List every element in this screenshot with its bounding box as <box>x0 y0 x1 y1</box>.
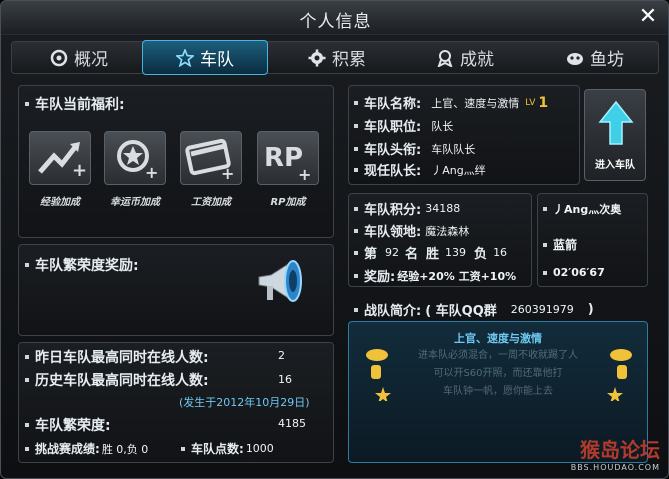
bullet-icon <box>25 355 29 359</box>
prosperity-value: 4185 <box>278 417 306 430</box>
bullet-icon <box>543 270 547 275</box>
megaphone-icon <box>258 260 302 302</box>
close-button[interactable]: ✕ <box>636 5 660 29</box>
bullet-icon <box>354 146 358 151</box>
team-territory-row: 车队领地: 魔法森林 <box>354 221 469 240</box>
side-time-row: 02′06′67 <box>543 266 605 279</box>
gear-icon <box>308 49 326 66</box>
watermark-url: BBS.HOUDAO.COM <box>570 463 660 472</box>
challenge-row: 挑战赛成绩: 胜 0,负 0 <box>25 440 148 457</box>
intro-line: 车队钟一帆，愿你能上去 <box>443 386 553 397</box>
bullet-icon <box>354 273 358 278</box>
star-icon <box>176 48 194 67</box>
side-name-row: 丿Ang灬次奥 <box>543 201 621 217</box>
bullet-icon <box>354 100 358 105</box>
tab-label: 车队 <box>200 50 234 70</box>
team-leader-link[interactable]: 丿Ang灬绊 <box>431 162 485 178</box>
team-reward-row: 奖励: 经验+20% 工资+10% <box>354 266 516 285</box>
side-name-value[interactable]: 丿Ang灬次奥 <box>553 201 621 217</box>
history-online-row: 历史车队最高同时在线人数: <box>25 370 209 390</box>
side-team-color-row: 蓝箭 <box>543 236 577 253</box>
forum-watermark: 猴岛论坛 BBS.HOUDAO.COM <box>571 434 660 472</box>
team-leader-row: 现任队长: 丿Ang灬绊 <box>354 160 486 179</box>
bullet-icon <box>354 123 358 128</box>
bullet-icon <box>354 206 358 211</box>
history-online-date: (发生于2012年10月29日) <box>179 396 310 409</box>
tab-label: 概况 <box>74 50 108 70</box>
tab-label: 成就 <box>460 50 494 70</box>
tab-team[interactable]: 车队 <box>142 40 268 75</box>
intro-body: 进本队必须混合，一周不收就踢了人 可以开S60开照，而还靠他打 车队钟一帆，愿你… <box>348 347 648 401</box>
salary-bonus-label: 工资加成 <box>191 197 231 208</box>
bullet-icon <box>543 207 547 211</box>
prosperity-row: 车队繁荣度: <box>25 415 111 435</box>
personal-info-window: 个人信息 ✕ 概况 车队 积累 成就 鱼坊 车队当前福利: + 经验加成 + 幸… <box>0 0 669 479</box>
coin-bonus-button[interactable]: + <box>104 131 166 185</box>
tab-label: 积累 <box>332 50 366 70</box>
yesterday-online-row: 昨日车队最高同时在线人数: <box>25 347 209 367</box>
medal-icon <box>437 49 453 67</box>
team-name-row: 车队名称: 上官、速度与激情 LV 1 <box>354 93 548 112</box>
exp-up-icon: + <box>38 142 87 181</box>
bullet-icon <box>181 446 185 451</box>
intro-line: 进本队必须混合，一周不收就踢了人 <box>418 350 578 361</box>
level-prefix: LV <box>525 97 536 108</box>
arrow-up-icon <box>598 100 634 145</box>
points-row: 车队点数: 1000 <box>181 440 274 457</box>
title-bar: 个人信息 ✕ <box>1 1 668 35</box>
bullet-icon <box>25 378 29 382</box>
close-icon: ✕ <box>638 4 658 29</box>
coin-bonus-label: 幸运币加成 <box>110 197 160 208</box>
watermark-logo: 猴岛论坛 <box>580 438 660 462</box>
bullet-icon <box>25 423 29 427</box>
svg-text:+: + <box>72 160 87 181</box>
welfare-heading: 车队当前福利: <box>25 94 125 114</box>
history-online-value: 16 <box>278 373 292 386</box>
intro-title: 上官、速度与激情 <box>454 332 542 345</box>
overview-icon <box>50 49 68 66</box>
level-value: 1 <box>538 94 549 111</box>
bullet-icon <box>543 242 547 247</box>
bullet-icon <box>354 250 358 255</box>
coin-plus-icon: + <box>117 140 158 182</box>
team-title-row: 车队头衔: 车队队长 <box>354 139 475 158</box>
bullet-icon <box>354 167 358 172</box>
salary-bonus-button[interactable]: + <box>180 131 242 185</box>
exp-bonus-label: 经验加成 <box>40 197 80 208</box>
emoji-handshake-right-icon <box>607 349 632 401</box>
bullet-icon <box>354 228 358 233</box>
svg-text:+: + <box>298 165 311 184</box>
tab-accumulate[interactable]: 积累 <box>274 42 400 73</box>
rp-bonus-button[interactable]: RP + <box>257 131 319 185</box>
rp-plus-icon: RP+ <box>264 143 311 184</box>
tab-bar: 概况 车队 积累 成就 鱼坊 <box>11 40 659 75</box>
svg-text:+: + <box>221 164 234 183</box>
intro-row: 战队简介: ( 车队QQ群 260391979 ) <box>354 300 594 319</box>
bullet-icon <box>354 307 358 312</box>
window-title: 个人信息 <box>299 12 372 32</box>
bullet-icon <box>25 102 29 106</box>
prosperity-reward-heading: 车队繁荣度奖励: <box>25 255 139 275</box>
intro-line: 可以开S60开照，而还靠他打 <box>433 368 563 379</box>
team-rank-row: 第 92 名 胜 139 负 16 <box>354 243 507 262</box>
tab-achievement[interactable]: 成就 <box>402 42 528 73</box>
fish-icon <box>567 52 583 65</box>
tab-label: 鱼坊 <box>590 50 624 70</box>
tab-fish-shop[interactable]: 鱼坊 <box>532 42 658 73</box>
svg-text:+: + <box>145 163 158 182</box>
tab-overview[interactable]: 概况 <box>16 42 142 73</box>
yesterday-online-value: 2 <box>278 349 285 362</box>
bullet-icon <box>25 446 29 451</box>
team-score-row: 车队积分: 34188 <box>354 199 460 218</box>
card-plus-icon: + <box>185 138 234 183</box>
exp-bonus-button[interactable]: + <box>29 131 91 185</box>
rp-bonus-label: RP加成 <box>270 197 306 208</box>
team-position-row: 车队职位: 队长 <box>354 116 453 135</box>
enter-team-label: 进入车队 <box>595 160 635 171</box>
emoji-handshake-left-icon <box>366 349 391 401</box>
bullet-icon <box>25 263 29 267</box>
enter-team-button[interactable]: 进入车队 <box>584 89 646 181</box>
